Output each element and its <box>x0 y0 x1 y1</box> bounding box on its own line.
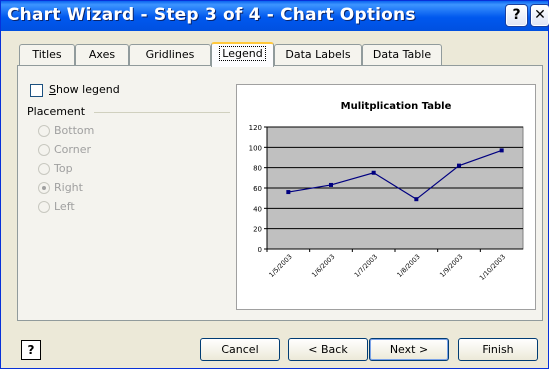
placement-group-divider <box>94 112 230 113</box>
tab-data-table[interactable]: Data Table <box>362 44 442 66</box>
tab-legend[interactable]: Legend <box>211 42 274 67</box>
window-title: Chart Wizard - Step 3 of 4 - Chart Optio… <box>7 5 416 25</box>
data-point <box>457 163 461 168</box>
y-tick-label: 80 <box>253 165 262 173</box>
chart-title: Mulitplication Table <box>341 101 452 112</box>
line-chart: Mulitplication Table 0 20 40 60 80 100 120 1/5/2… <box>249 101 524 282</box>
tab-gridlines[interactable]: Gridlines <box>129 44 211 66</box>
tab-label: Legend <box>219 46 266 61</box>
data-point <box>414 197 419 202</box>
close-icon[interactable]: ✕ <box>531 5 549 26</box>
show-legend-label[interactable]: Show legend <box>49 83 120 96</box>
tab-label: Data Labels <box>285 48 351 61</box>
y-tick-label: 0 <box>258 246 262 254</box>
radio-label: Right <box>54 181 83 194</box>
help-icon[interactable]: ? <box>506 5 527 26</box>
cancel-button[interactable]: Cancel <box>200 338 280 361</box>
x-tick-label: 1/9/2003 <box>438 253 464 279</box>
x-tick-label: 1/7/2003 <box>353 253 379 279</box>
y-tick-label: 60 <box>253 185 262 193</box>
y-tick-label: 40 <box>253 205 262 213</box>
tab-axes[interactable]: Axes <box>75 44 129 66</box>
data-point <box>286 190 291 195</box>
tab-label: Data Table <box>372 48 432 61</box>
show-legend-checkbox[interactable] <box>30 84 43 97</box>
radio-label: Corner <box>54 143 92 156</box>
radio-dot-selected <box>38 182 50 194</box>
x-tick-label: 1/5/2003 <box>267 253 293 279</box>
radio-dot <box>38 144 50 156</box>
x-tick-label: 1/10/2003 <box>478 253 507 282</box>
title-bar[interactable]: Chart Wizard - Step 3 of 4 - Chart Optio… <box>1 1 549 31</box>
back-button[interactable]: < Back <box>288 338 368 361</box>
legend-options-panel: Show legend Placement Bottom Corner Top … <box>17 65 543 321</box>
chart-wizard-dialog: Chart Wizard - Step 3 of 4 - Chart Optio… <box>0 0 549 369</box>
y-tick-label: 20 <box>253 226 262 234</box>
tab-titles[interactable]: Titles <box>19 44 75 66</box>
tab-data-labels[interactable]: Data Labels <box>274 44 362 66</box>
radio-dot <box>38 201 50 213</box>
radio-dot <box>38 163 50 175</box>
data-point <box>329 182 333 187</box>
data-point <box>499 148 504 153</box>
x-tick-label: 1/8/2003 <box>395 253 421 279</box>
next-button[interactable]: Next > <box>369 338 449 361</box>
chart-preview: Mulitplication Table 0 20 40 60 80 100 120 1/5/2… <box>236 84 536 310</box>
radio-label: Bottom <box>54 124 95 137</box>
finish-button[interactable]: Finish <box>458 338 538 361</box>
tab-label: Titles <box>32 48 62 61</box>
x-tick-label: 1/6/2003 <box>310 253 336 279</box>
placement-group-title: Placement <box>27 105 90 118</box>
data-point <box>371 170 376 175</box>
tab-label: Gridlines <box>145 48 195 61</box>
radio-label: Top <box>54 162 73 175</box>
radio-dot <box>38 125 50 137</box>
y-tick-label: 120 <box>249 124 262 132</box>
help-icon[interactable]: ? <box>21 340 41 360</box>
radio-label: Left <box>54 200 75 213</box>
y-tick-label: 100 <box>249 144 262 152</box>
tab-label: Axes <box>88 48 116 61</box>
